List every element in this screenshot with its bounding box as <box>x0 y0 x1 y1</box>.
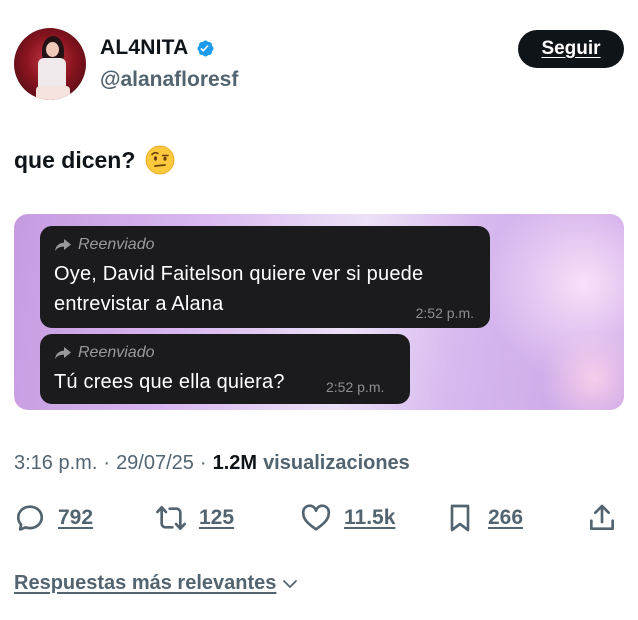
forwarded-label: Reenviado <box>54 344 155 362</box>
avatar-face <box>46 42 59 57</box>
name-row[interactable]: AL4NITA <box>100 36 216 60</box>
tweet-time[interactable]: 3:16 p.m. <box>14 452 97 475</box>
chat-message-line: Tú crees que ella quiera? <box>54 371 285 393</box>
tweet-date[interactable]: 29/07/25 <box>116 452 194 475</box>
verified-badge-icon <box>195 38 216 59</box>
user-handle[interactable]: @alanafloresf <box>100 68 238 92</box>
tweet-meta: 3:16 p.m. · 29/07/25 · 1.2M visualizacio… <box>14 452 410 475</box>
bookmark-button[interactable]: 266 <box>444 502 523 534</box>
reply-icon <box>16 505 44 531</box>
views-label: visualizaciones <box>263 452 410 474</box>
tweet-body: que dicen? <box>14 146 136 173</box>
share-button[interactable] <box>586 502 618 534</box>
meta-separator: · <box>103 452 111 474</box>
reply-count[interactable]: 792 <box>58 506 93 530</box>
forward-arrow-icon <box>55 347 71 359</box>
forward-arrow-icon <box>55 239 71 251</box>
avatar-legs <box>36 86 70 100</box>
replies-sort-dropdown[interactable]: Respuestas más relevantes <box>14 572 300 595</box>
retweet-button[interactable]: 125 <box>155 502 234 534</box>
forwarded-label: Reenviado <box>54 236 155 254</box>
display-name[interactable]: AL4NITA <box>100 36 189 60</box>
tweet-actions: 792 125 11.5k 266 <box>14 502 620 538</box>
chevron-down-icon <box>283 579 298 588</box>
share-icon <box>590 504 614 530</box>
bookmark-count[interactable]: 266 <box>488 506 523 530</box>
replies-sort-label[interactable]: Respuestas más relevantes <box>14 572 276 595</box>
raised-eyebrow-emoji-icon <box>145 145 175 175</box>
follow-button[interactable]: Seguir <box>518 30 624 68</box>
chat-message-time: 2:52 p.m. <box>415 305 474 321</box>
chat-message-time: 2:52 p.m. <box>326 379 385 395</box>
like-count[interactable]: 11.5k <box>344 506 395 530</box>
retweet-icon <box>156 506 186 530</box>
heart-icon <box>301 504 331 531</box>
chat-message-line: Oye, David Faitelson quiere ver si puede <box>54 263 424 285</box>
bookmark-icon <box>450 504 470 532</box>
like-button[interactable]: 11.5k <box>300 502 395 534</box>
retweet-count[interactable]: 125 <box>199 506 234 530</box>
chat-bubble: Reenviado Tú crees que ella quiera? 2:52… <box>40 334 410 404</box>
avatar[interactable] <box>14 28 86 100</box>
forwarded-text: Reenviado <box>78 236 155 253</box>
reply-button[interactable]: 792 <box>14 502 93 534</box>
meta-separator: · <box>199 452 207 474</box>
views-count: 1.2M <box>212 452 258 474</box>
tweet-text: que dicen? <box>14 145 175 175</box>
chat-message-text: Tú crees que ella quiera? <box>54 367 285 397</box>
tweet-header: AL4NITA @alanafloresf Seguir <box>14 28 624 100</box>
chat-bubble: Reenviado Oye, David Faitelson quiere ve… <box>40 226 490 328</box>
forwarded-text: Reenviado <box>78 344 155 361</box>
tweet-media-image[interactable]: Reenviado Oye, David Faitelson quiere ve… <box>14 214 624 410</box>
